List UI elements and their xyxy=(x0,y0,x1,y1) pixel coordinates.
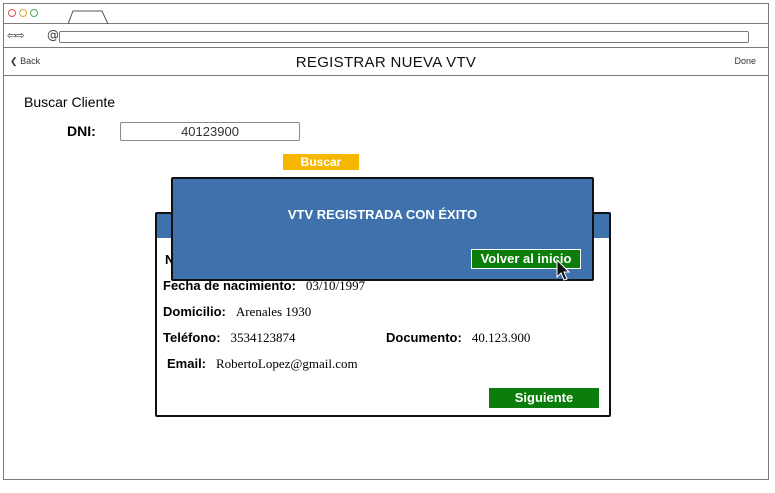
documento-label: Documento: xyxy=(386,330,462,345)
domicilio-value: Arenales 1930 xyxy=(235,304,312,319)
domicilio-field: Domicilio: Arenales 1930 xyxy=(163,304,311,320)
address-bar: ⇦⇨ @ xyxy=(4,24,768,48)
url-input[interactable] xyxy=(59,31,749,43)
browser-tab[interactable] xyxy=(68,10,112,24)
section-title: Buscar Cliente xyxy=(24,94,116,110)
dni-label: DNI: xyxy=(67,123,96,139)
email-value: RobertoLopez@gmail.com xyxy=(216,356,358,371)
domicilio-label: Domicilio: xyxy=(163,304,226,319)
telefono-value: 3534123874 xyxy=(230,330,296,345)
siguiente-button[interactable]: Siguiente xyxy=(489,388,599,408)
email-field: Email: RobertoLopez@gmail.com xyxy=(167,356,358,372)
app-header: ❮ Back REGISTRAR NUEVA VTV Done xyxy=(4,48,768,76)
telefono-label: Teléfono: xyxy=(163,330,221,345)
at-icon: @ xyxy=(47,28,59,42)
back-forward-icon[interactable]: ⇦⇨ xyxy=(7,29,24,42)
success-modal: VTV REGISTRADA CON ÉXITO Volver al inici… xyxy=(171,177,594,281)
maximize-window-icon[interactable] xyxy=(30,9,38,17)
close-window-icon[interactable] xyxy=(8,9,16,17)
modal-message: VTV REGISTRADA CON ÉXITO xyxy=(287,207,478,222)
dni-input[interactable]: 40123900 xyxy=(120,122,300,141)
documento-value: 40.123.900 xyxy=(471,330,531,345)
minimize-window-icon[interactable] xyxy=(19,9,27,17)
mouse-cursor-icon xyxy=(556,259,571,281)
telefono-field: Teléfono: 3534123874 xyxy=(163,330,296,346)
done-button[interactable]: Done xyxy=(734,56,756,66)
title-bar xyxy=(4,4,768,24)
buscar-button[interactable]: Buscar xyxy=(283,154,359,170)
email-label: Email: xyxy=(167,356,207,371)
documento-field: Documento: 40.123.900 xyxy=(386,330,530,346)
page-title: REGISTRAR NUEVA VTV xyxy=(295,54,477,71)
